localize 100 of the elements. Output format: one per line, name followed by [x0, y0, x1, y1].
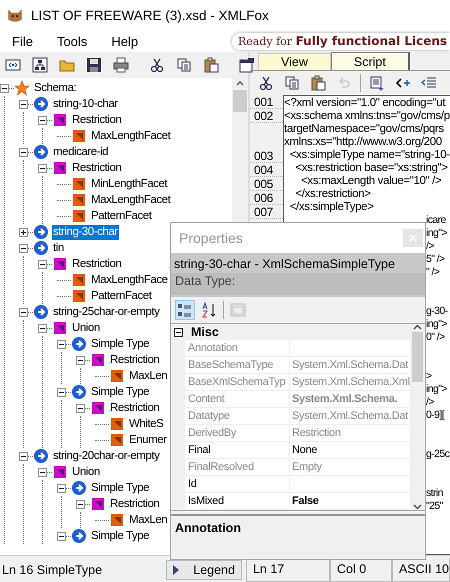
- arrow-circle-icon: [71, 384, 87, 400]
- tree-node[interactable]: PatternFacet: [90, 288, 152, 304]
- tree-node[interactable]: Union: [71, 320, 101, 336]
- code-line: <xs:restriction base="xs:string">: [294, 161, 449, 174]
- collapse-icon[interactable]: [57, 340, 66, 348]
- tree-node[interactable]: tin: [52, 240, 65, 256]
- license-banner: Ready for Fully functional Licens: [232, 32, 450, 50]
- collapse-icon[interactable]: [57, 484, 66, 492]
- collapse-icon[interactable]: [38, 324, 47, 332]
- property-name[interactable]: Id: [185, 476, 290, 492]
- tree-node[interactable]: Restriction: [71, 160, 122, 176]
- tree-node[interactable]: Union: [71, 464, 101, 480]
- code-fragment: "25": [426, 500, 443, 512]
- legend-button[interactable]: Legend: [166, 560, 242, 580]
- code-line: </xs:restriction>: [294, 187, 372, 200]
- arrow-circle-icon: [71, 336, 87, 352]
- collapse-icon[interactable]: [57, 388, 66, 396]
- property-value[interactable]: None: [290, 442, 410, 458]
- paste-icon[interactable]: [202, 55, 220, 75]
- square-icon: [71, 128, 87, 144]
- menu-item[interactable]: Tools: [44, 34, 100, 48]
- code-fragment: icare: [426, 214, 446, 226]
- tree-node[interactable]: MaxLengthFace: [90, 272, 169, 288]
- code-fragment: strin: [426, 486, 443, 498]
- tree-node[interactable]: Simple Type: [90, 384, 150, 400]
- status-text: Ln 16 SimpleType: [1, 562, 104, 576]
- arrow-circle-icon: [33, 144, 49, 160]
- window-icon[interactable]: [238, 55, 256, 75]
- editor-tab[interactable]: View: [258, 53, 331, 70]
- square-icon: [109, 432, 125, 448]
- square-icon: [90, 400, 106, 416]
- tree-node[interactable]: Restriction: [109, 496, 160, 512]
- tree-node[interactable]: Simple Type: [90, 336, 150, 352]
- square-icon: [52, 256, 68, 272]
- tree-node[interactable]: Restriction: [109, 400, 160, 416]
- tree-node[interactable]: MaxLengthFacet: [90, 192, 172, 208]
- tree-node[interactable]: Schema:: [33, 80, 78, 96]
- panel-title: Properties: [179, 230, 243, 246]
- collapse-icon[interactable]: [19, 452, 28, 460]
- collapse-icon[interactable]: [38, 164, 47, 172]
- square-icon: [71, 288, 87, 304]
- tree-node[interactable]: MaxLengthFacet: [90, 128, 172, 144]
- menu-item[interactable]: Help: [99, 34, 150, 48]
- scroll-thumb[interactable]: [412, 332, 423, 382]
- tree-node[interactable]: PatternFacet: [90, 208, 152, 224]
- collapse-icon[interactable]: [0, 84, 9, 92]
- collapse-icon[interactable]: [174, 328, 183, 336]
- menu-item[interactable]: File: [0, 34, 45, 48]
- collapse-icon[interactable]: [19, 244, 28, 252]
- printer-icon[interactable]: [112, 55, 130, 75]
- window-title: LIST OF FREEWARE (3).xsd - XMLFox: [31, 8, 269, 22]
- collapse-icon[interactable]: [76, 500, 85, 508]
- tree-node[interactable]: MinLengthFacet: [90, 176, 168, 192]
- collapse-icon[interactable]: [19, 100, 28, 108]
- tree-node[interactable]: Restriction: [109, 352, 160, 368]
- close-icon: [409, 234, 417, 242]
- collapse-icon[interactable]: [57, 532, 66, 540]
- collapse-icon[interactable]: [38, 116, 47, 124]
- code-line: <xs:simpleType name="string-10-: [288, 148, 450, 161]
- collapse-icon[interactable]: [38, 260, 47, 268]
- tree-node[interactable]: WhiteS: [128, 416, 164, 432]
- collapse-icon[interactable]: [76, 404, 85, 412]
- code-line: </xs:simpleType>: [288, 200, 375, 213]
- scroll-up-icon[interactable]: [413, 324, 422, 330]
- collapse-icon[interactable]: [76, 356, 85, 364]
- scrollbar[interactable]: [410, 324, 425, 510]
- tree-node[interactable]: Restriction: [71, 112, 122, 128]
- tree-diagram-icon[interactable]: [31, 55, 49, 75]
- tree-node[interactable]: Simple Type: [90, 528, 150, 544]
- expand-icon[interactable]: [19, 228, 28, 236]
- tree-node[interactable]: MaxLen: [128, 368, 168, 384]
- code-line: xmlns:xs="http://www.w3.org/200: [284, 135, 443, 148]
- tree-node[interactable]: string-20char-or-empty: [52, 448, 160, 464]
- square-icon: [109, 416, 125, 432]
- property-name[interactable]: Final: [185, 442, 290, 458]
- arrow-circle-icon: [33, 96, 49, 112]
- square-icon: [71, 272, 87, 288]
- property-name[interactable]: IsMixed: [185, 493, 290, 509]
- tree-node[interactable]: medicare-id: [52, 144, 110, 160]
- square-icon: [52, 160, 68, 176]
- code-fragment: />: [426, 240, 434, 252]
- code-fragment: 5" />: [426, 252, 445, 264]
- collapse-icon[interactable]: [19, 148, 28, 156]
- tree-node[interactable]: Simple Type: [90, 480, 150, 496]
- property-value[interactable]: False: [290, 493, 410, 509]
- collapse-icon[interactable]: [19, 308, 28, 316]
- save-icon[interactable]: [85, 55, 103, 75]
- tree-node[interactable]: MaxLen: [128, 512, 168, 528]
- collapse-icon[interactable]: [38, 468, 47, 476]
- categorized-icon[interactable]: [175, 300, 195, 320]
- tree-node[interactable]: Enumer: [128, 432, 168, 448]
- scroll-thumb[interactable]: [233, 90, 247, 112]
- tree-node[interactable]: Restriction: [71, 256, 122, 272]
- tree-node[interactable]: string-25char-or-empty: [52, 304, 160, 320]
- code-fragment: 0" />: [426, 330, 445, 342]
- tree-node[interactable]: string-10-char: [52, 96, 119, 112]
- square-icon: [71, 176, 87, 192]
- tree-node[interactable]: string-30-char: [52, 224, 119, 240]
- editor-tab[interactable]: Script: [330, 52, 410, 70]
- scroll-down-icon[interactable]: [413, 504, 422, 510]
